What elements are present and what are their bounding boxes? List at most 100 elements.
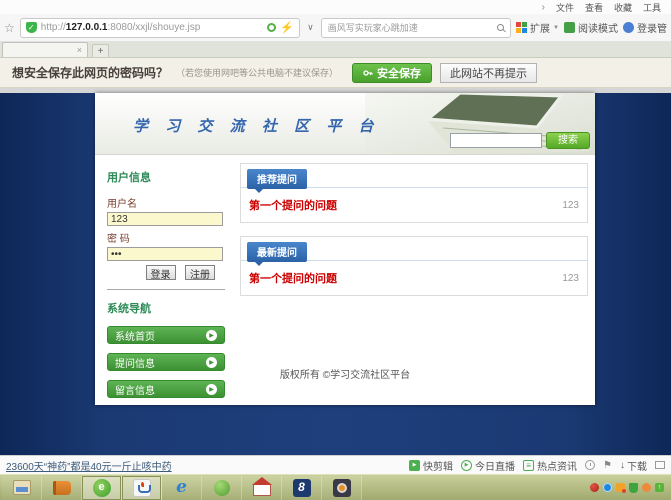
snapshot-icon[interactable] xyxy=(267,23,276,32)
tray-blue-star-icon[interactable] xyxy=(603,483,612,492)
window-icon[interactable] xyxy=(655,461,665,469)
download-arrow-icon: ↓ xyxy=(620,460,625,471)
main-content: 推荐提问 第一个提问的问题 123 最新提问 第一个提问的问题 xyxy=(240,163,588,309)
taskbar-home-button[interactable] xyxy=(242,476,282,500)
save-password-button[interactable]: 安全保存 xyxy=(352,63,432,83)
tab-close-icon[interactable]: × xyxy=(77,46,82,55)
site-search-button[interactable]: 搜索 xyxy=(546,132,590,149)
extensions-grid-icon xyxy=(516,22,527,33)
question-link[interactable]: 第一个提问的问题 xyxy=(249,270,337,286)
menu-tools[interactable]: 工具 xyxy=(643,1,661,14)
tray-green-shield-icon[interactable] xyxy=(629,483,638,493)
book-icon xyxy=(53,481,71,495)
nav-item-home[interactable]: 系统首页 ▶ xyxy=(107,326,225,344)
live-today-button[interactable]: ▶ 今日直播 xyxy=(461,458,515,473)
quick-clip-icon: ▶ xyxy=(409,460,420,471)
menu-view[interactable]: 查看 xyxy=(585,1,603,14)
recommended-badge: 推荐提问 xyxy=(247,169,307,189)
latest-badge: 最新提问 xyxy=(247,242,307,262)
site-header: 学 习 交 流 社 区 平 台 搜索 xyxy=(95,93,595,155)
url-field[interactable]: ✓ http://127.0.0.1:8080/xxjl/shouye.jsp … xyxy=(20,18,300,38)
question-link[interactable]: 第一个提问的问题 xyxy=(249,197,337,213)
download-button[interactable]: ↓ 下载 xyxy=(620,458,647,473)
register-button[interactable]: 注册 xyxy=(185,265,215,280)
password-field[interactable] xyxy=(107,247,223,261)
url-text: http://127.0.0.1:8080/xxjl/shouye.jsp xyxy=(41,22,264,33)
login-label: 登录管 xyxy=(637,20,667,35)
taskbar: e e 8 ↑ xyxy=(0,474,671,500)
java-cup-icon xyxy=(133,479,151,497)
extensions-button[interactable]: 扩展 ▼ xyxy=(516,20,559,35)
username-label: 用户名 xyxy=(107,195,225,210)
arrow-circle-icon: ▶ xyxy=(206,384,217,395)
latest-section: 最新提问 第一个提问的问题 123 xyxy=(240,236,588,296)
media-player-icon xyxy=(333,479,351,497)
menu-file[interactable]: 文件 xyxy=(556,1,574,14)
url-dropdown-icon[interactable]: ∨ xyxy=(305,22,316,33)
tray-security-dot-icon[interactable] xyxy=(590,483,599,492)
site-container: 学 习 交 流 社 区 平 台 搜索 用户信息 用户名 密 码 登录 注册 xyxy=(95,93,595,405)
username-field[interactable] xyxy=(107,212,223,226)
search-icon[interactable] xyxy=(497,24,504,31)
extensions-label: 扩展 xyxy=(530,20,550,35)
tray-updater-icon[interactable]: ↑ xyxy=(655,483,664,492)
question-row: 第一个提问的问题 123 xyxy=(241,261,587,295)
speed-bolt-icon[interactable]: ⚡ xyxy=(280,21,294,34)
taskbar-pea-button[interactable] xyxy=(202,476,242,500)
reading-mode-icon xyxy=(564,22,575,33)
hot-news-label: 热点资讯 xyxy=(537,458,577,473)
browser-tab[interactable]: × xyxy=(2,42,88,57)
recommended-section-head: 推荐提问 xyxy=(241,164,587,188)
new-tab-button[interactable]: + xyxy=(92,44,109,57)
quick-clip-label: 快剪辑 xyxy=(423,458,453,473)
nav-item-messages[interactable]: 留言信息 ▶ xyxy=(107,380,225,398)
user-info-title: 用户信息 xyxy=(107,169,225,185)
browser-search-box[interactable] xyxy=(321,18,511,38)
quick-clip-button[interactable]: ▶ 快剪辑 xyxy=(409,458,453,473)
news-ticker-link[interactable]: 23600天“神药”都是40元一斤止咳中药 xyxy=(6,458,172,473)
site-body: 用户信息 用户名 密 码 登录 注册 系统导航 系统首页 ▶ xyxy=(95,155,595,405)
taskbar-eight-button[interactable]: 8 xyxy=(282,476,322,500)
tray-orange-badge-icon[interactable] xyxy=(616,483,625,492)
login-manager-button[interactable]: 登录管 xyxy=(623,20,667,35)
browser-search-input[interactable] xyxy=(328,23,493,33)
question-count: 123 xyxy=(562,273,579,284)
history-clock-icon[interactable] xyxy=(585,460,595,470)
internet-explorer-icon: e xyxy=(173,479,191,497)
green-browser-icon: e xyxy=(93,479,111,497)
reading-mode-button[interactable]: 阅读模式 xyxy=(564,20,618,35)
nav-home-label: 系统首页 xyxy=(115,328,155,343)
tab-bar: × + xyxy=(0,42,671,58)
menu-collapse-icon[interactable]: › xyxy=(542,2,545,13)
taskbar-notepad-button[interactable] xyxy=(2,476,42,500)
taskbar-ie-button[interactable]: e xyxy=(162,476,202,500)
address-bar: ☆ ✓ http://127.0.0.1:8080/xxjl/shouye.js… xyxy=(0,14,671,42)
taskbar-java-button[interactable] xyxy=(122,476,162,500)
url-host: 127.0.0.1 xyxy=(66,22,108,33)
tray-orange-dot-icon[interactable] xyxy=(642,483,651,492)
flag-icon[interactable]: ⚑ xyxy=(603,460,612,471)
security-shield-icon[interactable]: ✓ xyxy=(26,22,37,33)
sidebar-divider xyxy=(107,289,225,290)
dismiss-site-button[interactable]: 此网站不再提示 xyxy=(440,63,537,83)
key-icon xyxy=(363,68,373,78)
taskbar-media-player-button[interactable] xyxy=(322,476,362,500)
hot-news-button[interactable]: ≡ 热点资讯 xyxy=(523,458,577,473)
taskbar-360-browser-button[interactable]: e xyxy=(82,476,122,500)
taskbar-dictionary-button[interactable] xyxy=(42,476,82,500)
password-save-bar: 想安全保存此网页的密码吗？ （若您使用网吧等公共电脑不建议保存） 安全保存 此网… xyxy=(0,58,671,88)
page-viewport: 学 习 交 流 社 区 平 台 搜索 用户信息 用户名 密 码 登录 注册 xyxy=(0,88,671,455)
site-title: 学 习 交 流 社 区 平 台 xyxy=(133,115,380,136)
question-row: 第一个提问的问题 123 xyxy=(241,188,587,222)
menu-favorites[interactable]: 收藏 xyxy=(614,1,632,14)
question-count: 123 xyxy=(562,200,579,211)
bookmark-star-icon[interactable]: ☆ xyxy=(4,22,15,34)
login-button[interactable]: 登录 xyxy=(146,265,176,280)
site-search-input[interactable] xyxy=(450,133,542,148)
password-save-hint: （若您使用网吧等公共电脑不建议保存） xyxy=(176,66,338,79)
login-key-icon xyxy=(623,22,634,33)
system-tray: ↑ xyxy=(590,483,671,493)
screen: › 文件 查看 收藏 工具 ☆ ✓ http://127.0.0.1:8080/… xyxy=(0,0,671,500)
save-password-label: 安全保存 xyxy=(377,65,421,81)
home-icon xyxy=(253,484,271,496)
